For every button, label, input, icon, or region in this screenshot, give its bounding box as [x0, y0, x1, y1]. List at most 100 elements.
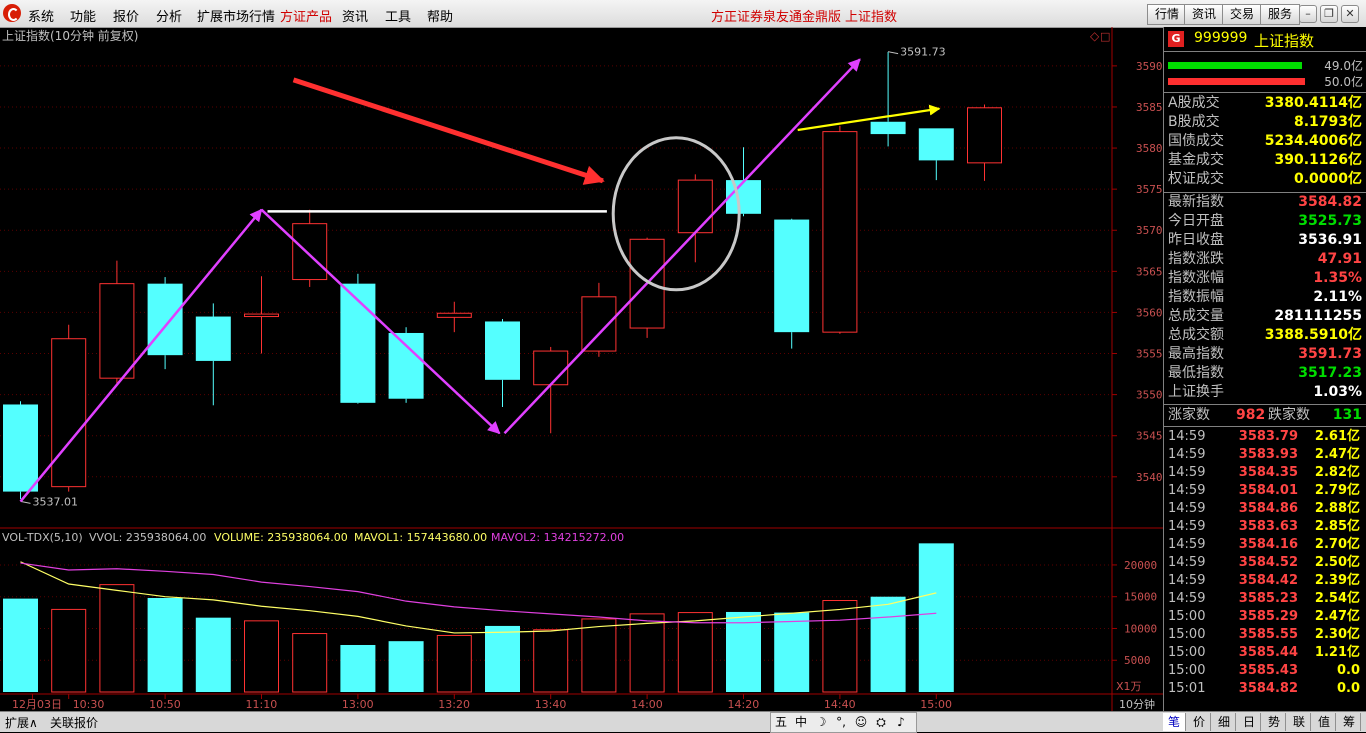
candle-body [822, 131, 858, 333]
moon-icon[interactable]: ☽ [813, 714, 829, 730]
tick-time: 14:59 [1168, 501, 1206, 516]
tick-row: 14:59 3584.42 2.39亿 [1168, 572, 1362, 590]
volume-axis-label: 15000 [1124, 591, 1157, 604]
smiley-icon[interactable]: ☺ [853, 714, 869, 730]
candle [967, 104, 1002, 181]
candle-body [99, 283, 135, 379]
related-quote-tab[interactable]: 关联报价 [47, 714, 101, 731]
volume-bar [3, 598, 38, 692]
time-axis-label: 10:50 [149, 698, 181, 711]
menu-function[interactable]: 功能 [70, 6, 96, 25]
stat-label: B股成交 [1168, 114, 1220, 130]
stat-label: 国债成交 [1168, 133, 1224, 149]
quote-value: 3591.73 [1298, 346, 1362, 362]
panel-tab-6[interactable]: 值 [1313, 713, 1336, 731]
menu-analysis[interactable]: 分析 [156, 6, 182, 25]
panel-tab-2[interactable]: 细 [1213, 713, 1236, 731]
wrench-icon[interactable]: ♪ [893, 714, 909, 730]
quote-label: 上证换手 [1168, 384, 1224, 400]
menu-extended-market[interactable]: 扩展市场行情 [197, 6, 275, 25]
candle-body [533, 350, 569, 386]
candle-body [388, 332, 424, 399]
quote-row: 上证换手 1.03% [1168, 383, 1362, 402]
stat-value: 390.1126亿 [1274, 152, 1362, 168]
input-mode-icon[interactable]: 五 [773, 714, 789, 730]
time-axis-label: 13:40 [535, 698, 567, 711]
menu-system[interactable]: 系统 [28, 6, 54, 25]
security-code: 999999 [1194, 30, 1248, 46]
quote-label: 指数涨跌 [1168, 251, 1224, 267]
tick-time: 14:59 [1168, 483, 1206, 498]
tick-price: 3584.86 [1238, 501, 1298, 516]
menu-quote[interactable]: 报价 [113, 6, 139, 25]
menu-tools[interactable]: 工具 [385, 6, 411, 25]
stat-value: 3380.4114亿 [1264, 95, 1362, 111]
stat-row: A股成交 3380.4114亿 [1168, 94, 1362, 113]
tick-price: 3583.93 [1238, 447, 1298, 462]
panel-tab-0[interactable]: 笔 [1163, 713, 1186, 731]
volume-bars [3, 543, 954, 693]
tick-time: 15:00 [1168, 627, 1206, 642]
candle-body [726, 180, 761, 214]
tick-amount: 2.61亿 [1314, 429, 1360, 444]
settings-icon[interactable]: ⛭ [873, 714, 889, 730]
extend-tab[interactable]: 扩展∧ [2, 714, 41, 731]
price-axis-label: 3575 [1136, 183, 1163, 196]
news-button[interactable]: 资讯 [1184, 4, 1224, 25]
kline-chart[interactable]: 上证指数(10分钟 前复权) ◇ □ 3591.73 3537.01 VOL-T… [0, 27, 1163, 711]
candle [774, 218, 810, 349]
minimize-icon[interactable]: – [1299, 5, 1317, 23]
panel-tab-4[interactable]: 势 [1263, 713, 1286, 731]
chart-close-icon[interactable]: □ [1100, 30, 1110, 43]
panel-tab-3[interactable]: 日 [1238, 713, 1261, 731]
quote-value: 1.03% [1313, 384, 1362, 400]
panel-tab-7[interactable]: 筹 [1338, 713, 1361, 731]
tick-row: 14:59 3584.35 2.82亿 [1168, 464, 1362, 482]
chart-diamond-icon[interactable]: ◇ [1090, 29, 1100, 43]
quote-value: 3584.82 [1298, 194, 1362, 210]
menu-news[interactable]: 资讯 [342, 6, 368, 25]
volume-axis-label: 10000 [1124, 622, 1157, 635]
market-button[interactable]: 行情 [1147, 4, 1187, 25]
menu-help[interactable]: 帮助 [427, 6, 453, 25]
price-axis-label: 3590 [1136, 60, 1163, 73]
service-button[interactable]: 服务 [1260, 4, 1300, 25]
chinese-input-icon[interactable]: 中 [793, 714, 809, 730]
tick-price: 3585.55 [1238, 627, 1298, 642]
stat-value: 8.1793亿 [1293, 114, 1362, 130]
tick-price: 3584.82 [1238, 681, 1298, 696]
tick-amount: 0.0 [1336, 663, 1360, 678]
max-price-label: 3591.73 [900, 46, 946, 59]
tick-amount: 2.50亿 [1314, 555, 1360, 570]
restore-icon[interactable]: ❐ [1320, 5, 1338, 23]
quote-label: 最高指数 [1168, 346, 1224, 362]
punctuation-icon[interactable]: °, [833, 714, 849, 730]
volume-axis-label: 5000 [1124, 654, 1151, 667]
candle-body [581, 296, 617, 352]
time-axis-label: 14:20 [728, 698, 760, 711]
quote-value: 1.35% [1313, 270, 1362, 286]
volume-bar [244, 620, 279, 693]
stat-label: 基金成交 [1168, 152, 1224, 168]
period-label[interactable]: 10分钟 [1119, 697, 1155, 711]
volume-bar [436, 634, 472, 693]
tick-time: 15:00 [1168, 663, 1206, 678]
tick-row: 15:00 3585.44 1.21亿 [1168, 644, 1362, 662]
volume-bar [99, 584, 135, 693]
menu-products[interactable]: 方证产品 [280, 6, 332, 25]
volume-bar [340, 644, 376, 692]
tick-time: 14:59 [1168, 591, 1206, 606]
candle [918, 128, 954, 181]
trade-button[interactable]: 交易 [1222, 4, 1262, 25]
tick-row: 14:59 3584.16 2.70亿 [1168, 536, 1362, 554]
candle-body [3, 404, 38, 492]
tick-time: 14:59 [1168, 537, 1206, 552]
sell-volume-value: 50.0亿 [1324, 75, 1363, 89]
panel-tab-5[interactable]: 联 [1288, 713, 1311, 731]
security-name: 上证指数 [1254, 32, 1315, 50]
tick-amount: 1.21亿 [1314, 645, 1360, 660]
panel-tab-1[interactable]: 价 [1188, 713, 1211, 731]
tick-amount: 2.54亿 [1314, 591, 1360, 606]
close-icon[interactable]: ✕ [1341, 5, 1359, 23]
volume-bar [726, 611, 761, 692]
